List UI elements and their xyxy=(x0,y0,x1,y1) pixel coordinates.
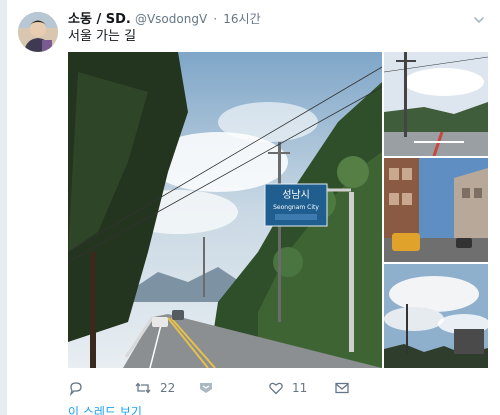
author-handle[interactable]: @VsodongV xyxy=(135,12,207,26)
like-button[interactable]: 11 xyxy=(268,378,307,398)
share-button[interactable] xyxy=(334,378,350,398)
retweet-count: 22 xyxy=(160,381,176,395)
tweet-actions: 22 11 xyxy=(68,378,388,398)
photo-side-1[interactable] xyxy=(384,52,488,156)
photo-main[interactable]: 성남시 Seongnam City xyxy=(68,52,382,368)
direct-message-button[interactable] xyxy=(198,378,214,398)
avatar[interactable] xyxy=(18,12,58,52)
author-name[interactable]: 소동 / SD. xyxy=(68,12,131,27)
photo-side-2[interactable] xyxy=(384,158,488,262)
timeline-border xyxy=(0,0,7,415)
chevron-down-icon[interactable] xyxy=(472,12,486,26)
photo-side-3[interactable] xyxy=(384,264,488,368)
photo-grid[interactable]: 성남시 Seongnam City xyxy=(68,52,488,368)
road-sign-subtext: Seongnam City xyxy=(273,204,319,211)
direct-message-icon xyxy=(198,380,214,396)
view-thread-link[interactable]: 이 스레드 보기 xyxy=(68,403,142,415)
tweet-timestamp[interactable]: 16시간 xyxy=(223,12,260,26)
heart-icon xyxy=(268,380,284,396)
reply-icon xyxy=(68,380,84,396)
like-count: 11 xyxy=(292,381,308,395)
retweet-icon xyxy=(134,380,152,396)
envelope-icon xyxy=(334,380,350,396)
road-sign-text: 성남시 xyxy=(282,189,310,201)
tweet-header: 소동 / SD. @VsodongV · 16시간 xyxy=(68,11,261,28)
tweet-card[interactable]: 소동 / SD. @VsodongV · 16시간 서울 가는 길 성남시 Se… xyxy=(0,0,500,415)
tweet-text: 서울 가는 길 xyxy=(68,29,137,44)
reply-button[interactable] xyxy=(68,378,92,398)
header-separator: · xyxy=(213,12,218,26)
retweet-button[interactable]: 22 xyxy=(134,378,175,398)
